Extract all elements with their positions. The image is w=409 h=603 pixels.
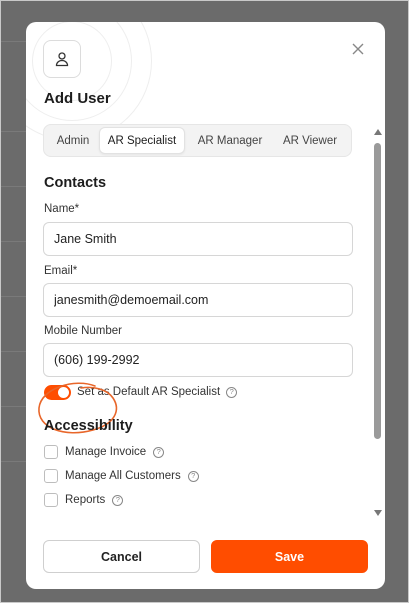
default-specialist-row: Set as Default AR Specialist ? bbox=[77, 386, 238, 398]
tab-ar-manager[interactable]: AR Manager bbox=[185, 127, 275, 154]
scroll-up-arrow-icon[interactable] bbox=[374, 129, 382, 135]
dialog-title: Add User bbox=[44, 90, 111, 107]
user-icon-badge bbox=[43, 40, 81, 78]
permission-manage-all-customers: Manage All Customers ? bbox=[44, 469, 199, 483]
contacts-heading: Contacts bbox=[44, 175, 107, 191]
reports-checkbox[interactable] bbox=[44, 493, 58, 507]
user-icon bbox=[55, 52, 69, 67]
permission-manage-invoice: Manage Invoice ? bbox=[44, 445, 165, 459]
add-user-dialog: Add User Admin AR Specialist AR Manager … bbox=[26, 22, 385, 589]
toggle-knob bbox=[58, 387, 69, 398]
help-icon[interactable]: ? bbox=[226, 386, 238, 398]
close-button[interactable] bbox=[350, 41, 366, 57]
default-specialist-label: Set as Default AR Specialist bbox=[77, 386, 221, 398]
tab-admin[interactable]: Admin bbox=[47, 127, 99, 154]
permission-reports: Reports ? bbox=[44, 493, 124, 507]
cancel-button[interactable]: Cancel bbox=[43, 540, 200, 573]
tab-ar-specialist[interactable]: AR Specialist bbox=[99, 127, 185, 154]
help-icon[interactable]: ? bbox=[187, 470, 199, 482]
scrollbar[interactable] bbox=[373, 125, 383, 520]
help-icon[interactable]: ? bbox=[112, 494, 124, 506]
email-label: Email* bbox=[44, 265, 78, 277]
name-label: Name* bbox=[44, 203, 80, 215]
save-button[interactable]: Save bbox=[211, 540, 368, 573]
name-field[interactable] bbox=[43, 222, 353, 256]
mobile-label: Mobile Number bbox=[44, 325, 122, 337]
manage-invoice-label: Manage Invoice bbox=[65, 446, 147, 458]
manage-all-customers-label: Manage All Customers bbox=[65, 470, 181, 482]
manage-invoice-checkbox[interactable] bbox=[44, 445, 58, 459]
accessibility-heading: Accessibility bbox=[44, 418, 133, 434]
manage-all-customers-checkbox[interactable] bbox=[44, 469, 58, 483]
scrollbar-thumb[interactable] bbox=[374, 143, 381, 439]
close-icon bbox=[352, 43, 364, 55]
role-tabs: Admin AR Specialist AR Manager AR Viewer bbox=[43, 124, 352, 157]
mobile-field[interactable] bbox=[43, 343, 353, 377]
scroll-down-arrow-icon[interactable] bbox=[374, 510, 382, 516]
help-icon[interactable]: ? bbox=[153, 446, 165, 458]
tab-ar-viewer[interactable]: AR Viewer bbox=[275, 127, 345, 154]
reports-label: Reports bbox=[65, 494, 106, 506]
email-field[interactable] bbox=[43, 283, 353, 317]
default-specialist-toggle[interactable] bbox=[44, 385, 71, 400]
